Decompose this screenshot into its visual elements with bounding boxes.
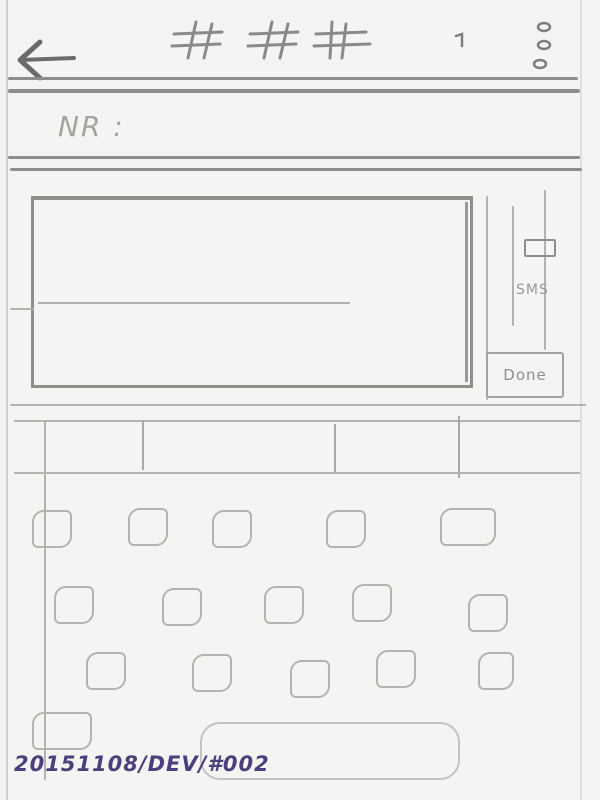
sketch-paper: NR : SMS Done 20151108/DEV/#002 [0, 0, 600, 800]
key-button[interactable] [32, 712, 92, 750]
key-button[interactable] [32, 510, 72, 548]
key-button[interactable] [86, 652, 126, 690]
done-button[interactable]: Done [486, 352, 564, 398]
appbar-divider-lower [8, 89, 580, 93]
key-button[interactable] [326, 510, 366, 548]
suggestion-bottom-line [14, 472, 580, 474]
text-line [38, 302, 350, 304]
key-button[interactable] [352, 584, 392, 622]
key-button[interactable] [440, 508, 496, 546]
composer-side-line-3 [544, 190, 546, 350]
suggestion-separator [458, 416, 460, 478]
composer-guide-line [10, 308, 34, 310]
paper-edge-right [580, 0, 582, 800]
key-button[interactable] [54, 586, 94, 624]
suggestion-top-line [14, 420, 580, 422]
appbar-divider [8, 77, 578, 80]
paper-edge-left [6, 0, 8, 800]
key-button[interactable] [290, 660, 330, 698]
key-button[interactable] [162, 588, 202, 626]
composer-bottom-line [10, 404, 586, 406]
suggestion-separator [334, 424, 336, 472]
more-vertical-icon[interactable] [530, 18, 556, 72]
key-button[interactable] [212, 510, 252, 548]
suggestion-separator [142, 420, 144, 470]
key-button[interactable] [192, 654, 232, 692]
sms-label: SMS [516, 282, 549, 298]
message-input-scrollbar [465, 202, 468, 382]
message-input[interactable] [31, 196, 473, 388]
message-icon [524, 239, 556, 257]
recipient-divider-lower [10, 168, 582, 171]
recipient-label[interactable]: NR : [58, 110, 125, 143]
composer-side-line-2 [512, 206, 514, 326]
sketch-caption: 20151108/DEV/#002 [14, 752, 270, 776]
recipient-divider [8, 156, 580, 159]
title-hash-marks [170, 20, 372, 60]
key-button[interactable] [376, 650, 416, 688]
key-button[interactable] [128, 508, 168, 546]
signal-icon [454, 32, 464, 48]
back-arrow-icon[interactable] [16, 38, 78, 82]
key-button[interactable] [468, 594, 508, 632]
key-button[interactable] [478, 652, 514, 690]
key-button[interactable] [264, 586, 304, 624]
